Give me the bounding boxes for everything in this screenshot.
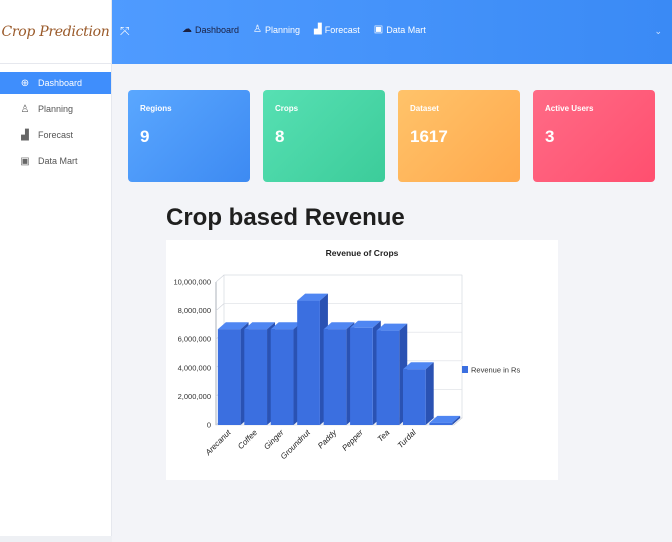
sidebar-item-planning[interactable]: ♙ Planning bbox=[0, 98, 111, 120]
top-nav: ☁ Dashboard ♙ Planning ▟ Forecast ▣ Data… bbox=[182, 24, 426, 35]
legend-label: Revenue in Rs bbox=[471, 366, 520, 375]
stat-value: 8 bbox=[275, 127, 285, 146]
x-tick-label: Groundnut bbox=[279, 428, 313, 462]
y-tick-label: 6,000,000 bbox=[178, 335, 211, 344]
bar bbox=[402, 369, 426, 425]
stat-value: 3 bbox=[545, 127, 555, 146]
chevron-down-icon[interactable]: ⌄ bbox=[654, 26, 662, 37]
sidebar: Crop Prediction ⊕ Dashboard ♙ Planning ▟… bbox=[0, 0, 112, 542]
dashboard-icon: ☁ bbox=[182, 24, 192, 35]
bar-chart-icon: ▟ bbox=[314, 24, 322, 35]
brand-logo[interactable]: Crop Prediction bbox=[0, 0, 111, 64]
stat-label: Regions bbox=[140, 104, 172, 113]
x-tick-label: Tea bbox=[376, 428, 392, 444]
nav-label: Planning bbox=[265, 24, 301, 35]
sidebar-item-label: Forecast bbox=[38, 130, 74, 140]
x-tick-label: Arecanut bbox=[203, 428, 233, 458]
nav-planning[interactable]: ♙ Planning bbox=[253, 24, 300, 35]
sidebar-item-dashboard[interactable]: ⊕ Dashboard bbox=[0, 72, 111, 94]
bar bbox=[297, 300, 320, 425]
bar bbox=[217, 329, 241, 425]
grid-diagonal bbox=[215, 274, 225, 283]
legend-swatch bbox=[462, 366, 468, 373]
brand-title: Crop Prediction bbox=[1, 23, 110, 40]
stat-card-active-users[interactable]: Active Users 3 bbox=[533, 90, 655, 182]
sidebar-item-label: Planning bbox=[38, 104, 74, 114]
bar bbox=[270, 329, 294, 425]
sidebar-item-data-mart[interactable]: ▣ Data Mart bbox=[0, 150, 111, 172]
x-tick-label: Pepper bbox=[340, 428, 365, 453]
nav-forecast[interactable]: ▟ Forecast bbox=[314, 24, 360, 35]
x-tick-label: Ginger bbox=[262, 428, 286, 452]
user-icon: ♙ bbox=[20, 103, 30, 115]
sidebar-item-label: Dashboard bbox=[38, 78, 83, 88]
bar bbox=[323, 329, 347, 425]
dashboard-icon: ⊕ bbox=[20, 77, 30, 89]
section-title: Crop based Revenue bbox=[166, 204, 405, 231]
y-tick-label: 10,000,000 bbox=[173, 278, 211, 287]
database-icon: ▣ bbox=[373, 24, 384, 35]
chart-svg: Revenue of Crops 0 2,000,000 4,000,000 6,000… bbox=[173, 248, 520, 462]
grid-diagonal bbox=[215, 303, 225, 311]
stat-value: 1617 bbox=[410, 127, 448, 146]
x-tick-label: Turdal bbox=[396, 428, 418, 450]
stat-label: Dataset bbox=[410, 104, 439, 113]
nav-label: Data Mart bbox=[386, 24, 426, 35]
stat-card-regions[interactable]: Regions 9 bbox=[128, 90, 250, 182]
revenue-chart: Revenue of Crops 0 2,000,000 4,000,000 6,000… bbox=[166, 240, 558, 480]
chart-title: Revenue of Crops bbox=[326, 248, 399, 258]
expand-icon[interactable]: ⤧ bbox=[120, 24, 130, 39]
y-tick-label: 0 bbox=[207, 421, 211, 430]
y-tick-label: 8,000,000 bbox=[178, 306, 211, 315]
sidebar-item-label: Data Mart bbox=[38, 156, 78, 166]
stat-label: Crops bbox=[275, 104, 299, 113]
sidebar-item-forecast[interactable]: ▟ Forecast bbox=[0, 124, 111, 146]
y-tick-label: 2,000,000 bbox=[178, 392, 211, 401]
x-tick-label: Coffee bbox=[236, 428, 259, 451]
nav-data-mart[interactable]: ▣ Data Mart bbox=[374, 24, 426, 35]
nav-label: Forecast bbox=[324, 24, 360, 35]
y-tick-label: 4,000,000 bbox=[178, 363, 211, 372]
top-navbar: ⤧ ☁ Dashboard ♙ Planning ▟ Forecast ▣ Da… bbox=[112, 0, 672, 64]
stat-cards: Regions 9 Crops 8 Dataset 1617 Active Us… bbox=[128, 90, 655, 182]
database-icon: ▣ bbox=[20, 155, 30, 167]
nav-label: Dashboard bbox=[195, 24, 240, 35]
bar bbox=[376, 330, 400, 425]
bar bbox=[429, 422, 453, 425]
stat-label: Active Users bbox=[545, 104, 594, 113]
sidebar-footer bbox=[0, 536, 112, 542]
bar-side bbox=[425, 362, 434, 425]
stat-card-dataset[interactable]: Dataset 1617 bbox=[398, 90, 520, 182]
bar-chart-icon: ▟ bbox=[21, 129, 29, 141]
bar bbox=[244, 329, 268, 425]
nav-dashboard[interactable]: ☁ Dashboard bbox=[182, 24, 239, 35]
user-icon: ♙ bbox=[253, 24, 262, 35]
x-tick-label: Paddy bbox=[316, 427, 339, 450]
bar bbox=[350, 327, 373, 425]
stat-value: 9 bbox=[140, 127, 150, 146]
stat-card-crops[interactable]: Crops 8 bbox=[263, 90, 385, 182]
